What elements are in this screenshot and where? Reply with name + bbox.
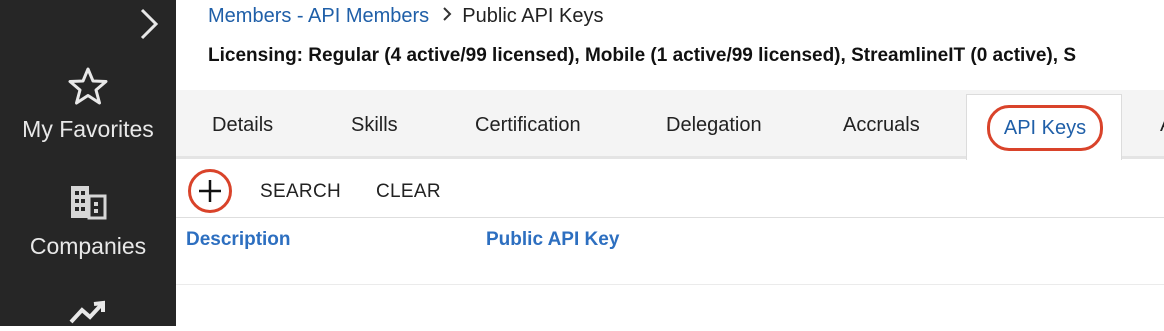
sidebar-item-label: Companies bbox=[29, 233, 147, 259]
trend-chart-icon bbox=[68, 300, 108, 326]
sidebar-item-label: My Favorites bbox=[22, 116, 154, 142]
toolbar: SEARCH CLEAR bbox=[176, 159, 1164, 217]
breadcrumb-link-api-members[interactable]: Members - API Members bbox=[208, 5, 429, 27]
sidebar-item-my-favorites[interactable]: My Favorites bbox=[0, 66, 176, 143]
building-icon bbox=[69, 182, 107, 220]
tab-delegation[interactable]: Delegation bbox=[666, 114, 762, 137]
tab-accruals[interactable]: Accruals bbox=[843, 114, 920, 137]
toolbar-divider bbox=[176, 217, 1164, 218]
tab-api-keys[interactable]: API Keys bbox=[966, 94, 1122, 160]
breadcrumb: Members - API Members Public API Keys bbox=[208, 5, 603, 28]
search-button[interactable]: SEARCH bbox=[260, 181, 341, 203]
sidebar-item-trends[interactable] bbox=[0, 300, 176, 326]
add-button[interactable] bbox=[188, 169, 232, 213]
sidebar-item-companies[interactable]: Companies bbox=[0, 182, 176, 260]
breadcrumb-chevron-icon bbox=[441, 5, 453, 28]
chevron-right-icon[interactable] bbox=[134, 6, 162, 42]
tab-skills[interactable]: Skills bbox=[351, 114, 398, 137]
table-header-divider bbox=[176, 284, 1164, 285]
tab-more[interactable]: A bbox=[1160, 114, 1164, 137]
tab-api-keys-label: API Keys bbox=[987, 105, 1103, 151]
star-icon bbox=[68, 66, 108, 106]
clear-button[interactable]: CLEAR bbox=[376, 181, 441, 203]
breadcrumb-current: Public API Keys bbox=[462, 5, 604, 27]
licensing-info: Licensing: Regular (4 active/99 licensed… bbox=[208, 45, 1076, 66]
column-header-public-api-key[interactable]: Public API Key bbox=[486, 229, 619, 251]
plus-icon bbox=[198, 179, 222, 203]
tab-certification[interactable]: Certification bbox=[475, 114, 581, 137]
left-sidebar: My Favorites Companies bbox=[0, 0, 176, 326]
column-header-description[interactable]: Description bbox=[186, 229, 291, 251]
tab-bar: Details Skills Certification Delegation … bbox=[176, 90, 1164, 160]
tab-details[interactable]: Details bbox=[212, 114, 273, 137]
